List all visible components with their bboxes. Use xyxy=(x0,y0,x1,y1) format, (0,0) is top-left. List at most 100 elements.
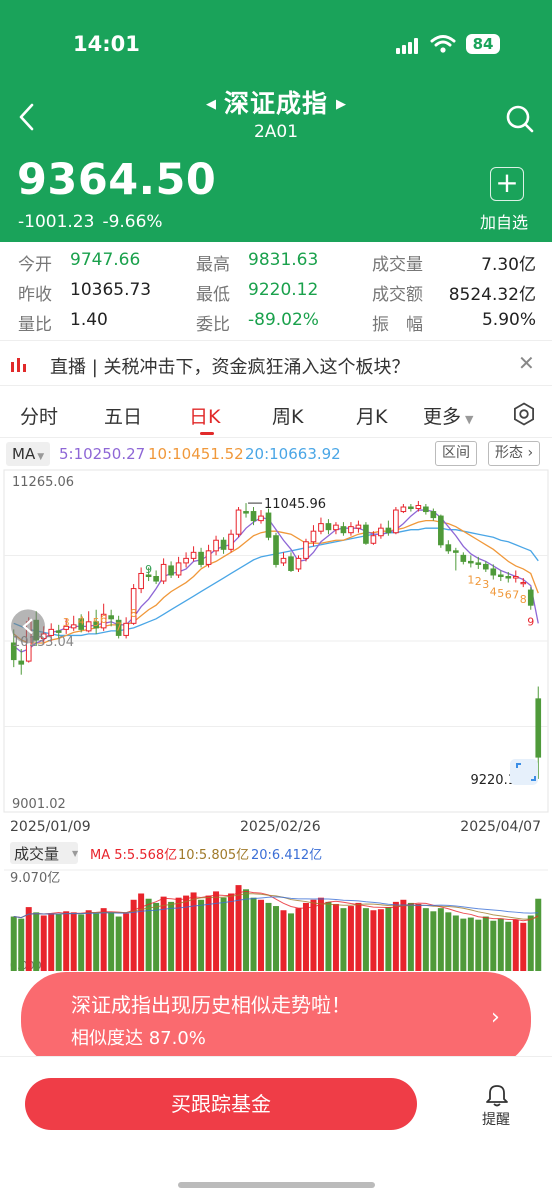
candle-body xyxy=(497,574,504,578)
volume-bar xyxy=(497,918,504,971)
volume-bar xyxy=(340,908,347,971)
x-label-end: 2025/04/07 xyxy=(460,819,541,835)
next-arrow-icon[interactable]: ▶ xyxy=(336,97,346,112)
volume-bar xyxy=(362,908,369,971)
indicator-selector[interactable]: MA ▼ xyxy=(6,442,50,466)
candle-body xyxy=(273,535,279,565)
add-watchlist-button[interactable]: + xyxy=(490,167,524,201)
volume-bar xyxy=(160,896,167,971)
tab-five-day[interactable]: 五日 xyxy=(104,402,142,429)
tab-weekly-k[interactable]: 周K xyxy=(272,402,303,429)
candle-body xyxy=(348,526,354,534)
candle-body xyxy=(138,572,144,590)
candle-body xyxy=(393,509,399,534)
volume-bar xyxy=(205,895,212,971)
candle-body xyxy=(490,568,497,576)
candle-body xyxy=(520,582,527,585)
remind-label[interactable]: 提醒 xyxy=(482,1109,510,1129)
chevron-right-icon[interactable]: › xyxy=(491,1005,500,1030)
status-time: 14:01 xyxy=(73,32,140,56)
volume-bar xyxy=(422,908,429,971)
tab-more[interactable]: 更多 ▼ xyxy=(423,402,473,429)
candle-body xyxy=(228,533,234,550)
signal-label: 8 xyxy=(130,607,137,620)
tab-intraday[interactable]: 分时 xyxy=(20,402,58,429)
plus-icon: + xyxy=(495,166,519,199)
stat-item: 最低 9220.12 xyxy=(196,280,318,305)
toast-title: 深证成指出现历史相似走势啦！ xyxy=(71,993,351,1017)
range-button[interactable]: 区间 xyxy=(435,441,477,466)
volume-bar xyxy=(40,915,47,971)
volume-bar xyxy=(93,913,100,971)
candle-body xyxy=(288,556,294,571)
similarity-toast[interactable]: 深证成指出现历史相似走势啦！ 相似度达 87.0% › xyxy=(21,972,531,1067)
volume-bar xyxy=(407,902,414,971)
volume-bar xyxy=(123,913,130,971)
kline-chart[interactable]: 3 4 5 67891 2 34 5 6 7 8911265.069001.0210133.041… xyxy=(0,468,552,973)
tab-monthly-k[interactable]: 月K xyxy=(356,402,387,429)
buy-tracking-fund-button[interactable]: 买跟踪基金 xyxy=(25,1078,417,1130)
candle-body xyxy=(408,506,414,510)
signal-label: 7 xyxy=(115,620,122,633)
signal-label: 6 xyxy=(100,613,107,626)
signal-label: 8 xyxy=(520,593,527,606)
add-watchlist-label[interactable]: 加自选 xyxy=(480,209,528,233)
close-icon[interactable]: ✕ xyxy=(518,351,535,375)
bell-icon[interactable] xyxy=(482,1083,512,1107)
volume-bar xyxy=(347,906,354,971)
toast-subtitle: 相似度达 87.0% xyxy=(71,1028,206,1049)
volume-bar xyxy=(325,901,332,971)
candle-body xyxy=(535,698,542,758)
volume-bar xyxy=(512,919,519,971)
stat-item: 量比 1.40 xyxy=(18,310,108,335)
scroll-left-icon[interactable] xyxy=(11,609,45,644)
signal-label: 4 xyxy=(490,586,497,599)
volume-bar xyxy=(475,919,482,971)
candle-body xyxy=(18,660,25,665)
news-banner[interactable]: 直播 | 关税冲击下，资金疯狂涌入这个板块？ ✕ xyxy=(0,340,552,386)
volume-bar xyxy=(280,910,287,971)
candle-body xyxy=(168,565,174,576)
stat-item: 委比 -89.02% xyxy=(196,310,319,335)
candle-body xyxy=(220,539,227,550)
volume-bar xyxy=(430,911,437,971)
candle-body xyxy=(378,527,384,537)
volume-bar xyxy=(138,893,145,971)
volume-bar xyxy=(273,906,279,971)
candle-body xyxy=(318,523,324,532)
volume-bar xyxy=(302,902,309,971)
signal-label: 3 xyxy=(482,578,489,591)
volume-bar xyxy=(243,889,250,971)
volume-bar xyxy=(460,918,467,971)
search-icon[interactable] xyxy=(505,104,535,134)
candle-body xyxy=(460,554,467,562)
pattern-button[interactable]: 形态 › xyxy=(488,441,541,466)
vol-max-label: 9.070亿 xyxy=(10,871,60,886)
stat-item: 最高 9831.63 xyxy=(196,250,318,275)
volume-bar xyxy=(400,899,407,971)
fullscreen-icon[interactable] xyxy=(510,759,538,785)
title-switcher[interactable]: ◀ 深证成指 ▶ xyxy=(0,84,552,120)
volume-bar xyxy=(145,898,152,971)
high-marker-label: 11045.96 xyxy=(264,497,326,512)
tab-daily-k[interactable]: 日K xyxy=(189,402,220,429)
dropdown-icon: ▼ xyxy=(72,849,79,858)
candle-body xyxy=(295,557,302,570)
news-text[interactable]: 直播 | 关税冲击下，资金疯狂涌入这个板块？ xyxy=(50,353,410,379)
volume-bar xyxy=(332,903,339,971)
candle-body xyxy=(482,563,489,570)
signal-label: 5 xyxy=(93,616,100,629)
volume-bar xyxy=(295,908,302,971)
chevron-right-icon: › xyxy=(527,445,534,461)
candle-body xyxy=(400,506,407,513)
prev-arrow-icon[interactable]: ◀ xyxy=(206,97,216,112)
volume-bar xyxy=(370,910,377,971)
volume-bar xyxy=(168,901,175,971)
settings-icon[interactable] xyxy=(512,402,536,426)
candle-body xyxy=(527,589,534,606)
signal-label: 9 xyxy=(145,563,152,576)
x-label-mid: 2025/02/26 xyxy=(240,819,321,835)
volume-bar xyxy=(153,902,160,971)
candle-body xyxy=(475,562,482,565)
vol-ma20-value: 20:6.412亿 xyxy=(251,848,322,863)
